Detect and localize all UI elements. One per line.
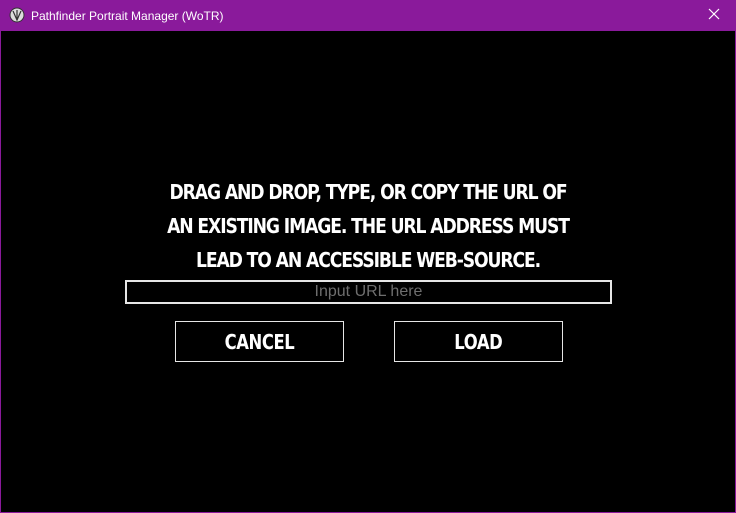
load-button[interactable]: LOAD bbox=[394, 321, 563, 362]
dialog-content: DRAG AND DROP, TYPE, OR COPY THE URL OF … bbox=[1, 31, 735, 512]
title-bar[interactable]: Pathfinder Portrait Manager (WoTR) bbox=[1, 0, 736, 31]
load-button-label: LOAD bbox=[454, 329, 503, 354]
cancel-button-label: CANCEL bbox=[224, 329, 295, 354]
app-logo-icon bbox=[9, 7, 25, 23]
instruction-text: DRAG AND DROP, TYPE, OR COPY THE URL OF … bbox=[167, 180, 570, 272]
cancel-button[interactable]: CANCEL bbox=[175, 321, 344, 362]
close-icon bbox=[708, 8, 720, 23]
app-window: Pathfinder Portrait Manager (WoTR) DRAG … bbox=[0, 0, 736, 513]
url-input[interactable] bbox=[125, 280, 612, 304]
close-button[interactable] bbox=[691, 0, 736, 31]
window-title: Pathfinder Portrait Manager (WoTR) bbox=[31, 9, 224, 23]
